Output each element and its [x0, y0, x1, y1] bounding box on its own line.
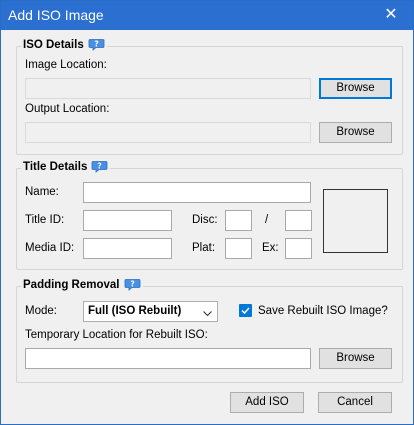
svg-text:?: ? [130, 279, 134, 288]
ex-field[interactable] [285, 238, 312, 259]
plat-label: Plat: [192, 242, 216, 254]
title-id-label: Title ID: [25, 214, 65, 226]
svg-text:?: ? [94, 39, 98, 48]
save-rebuilt-label[interactable]: Save Rebuilt ISO Image? [258, 305, 388, 317]
title-details-title: Title Details ? [21, 160, 111, 173]
svg-text:?: ? [98, 161, 102, 170]
title-image-preview [323, 189, 388, 253]
browse-temp-button[interactable]: Browse [319, 348, 392, 369]
browse-image-button[interactable]: Browse [319, 78, 392, 99]
title-bar[interactable]: Add ISO Image ✕ [1, 1, 413, 30]
save-rebuilt-checkbox[interactable] [239, 304, 252, 317]
help-icon[interactable]: ? [124, 278, 141, 291]
chevron-down-icon [203, 308, 212, 317]
disc-label: Disc: [192, 214, 218, 226]
cancel-button[interactable]: Cancel [318, 392, 392, 413]
disc-separator: / [265, 214, 269, 226]
mode-label: Mode: [25, 305, 57, 317]
help-icon[interactable]: ? [91, 160, 108, 173]
help-icon[interactable]: ? [88, 38, 105, 51]
media-id-label: Media ID: [25, 242, 75, 254]
name-field[interactable] [83, 182, 311, 203]
iso-details-title: ISO Details ? [21, 38, 107, 51]
plat-field[interactable] [225, 238, 252, 259]
mode-selected-value: Full (ISO Rebuilt) [88, 305, 182, 317]
output-location-label: Output Location: [25, 103, 110, 115]
padding-removal-title: Padding Removal ? [21, 278, 143, 291]
check-icon [241, 307, 250, 315]
close-icon[interactable]: ✕ [369, 1, 413, 30]
media-id-field[interactable] [83, 238, 172, 259]
disc-total-field[interactable] [285, 210, 312, 231]
ex-label: Ex: [262, 242, 279, 254]
title-id-field[interactable] [83, 210, 172, 231]
output-location-field[interactable] [25, 122, 311, 143]
add-iso-button[interactable]: Add ISO [230, 392, 304, 413]
disc-field[interactable] [225, 210, 252, 231]
mode-select[interactable]: Full (ISO Rebuilt) [83, 301, 218, 322]
browse-output-button[interactable]: Browse [319, 122, 392, 143]
image-location-field[interactable] [25, 78, 311, 99]
window-title: Add ISO Image [8, 7, 104, 23]
temp-location-field[interactable] [25, 348, 311, 369]
name-label: Name: [25, 186, 59, 198]
image-location-label: Image Location: [25, 59, 107, 71]
temp-location-label: Temporary Location for Rebuilt ISO: [25, 329, 208, 341]
add-iso-dialog: Add ISO Image ✕ ISO Details ? Image Loca… [0, 0, 414, 425]
